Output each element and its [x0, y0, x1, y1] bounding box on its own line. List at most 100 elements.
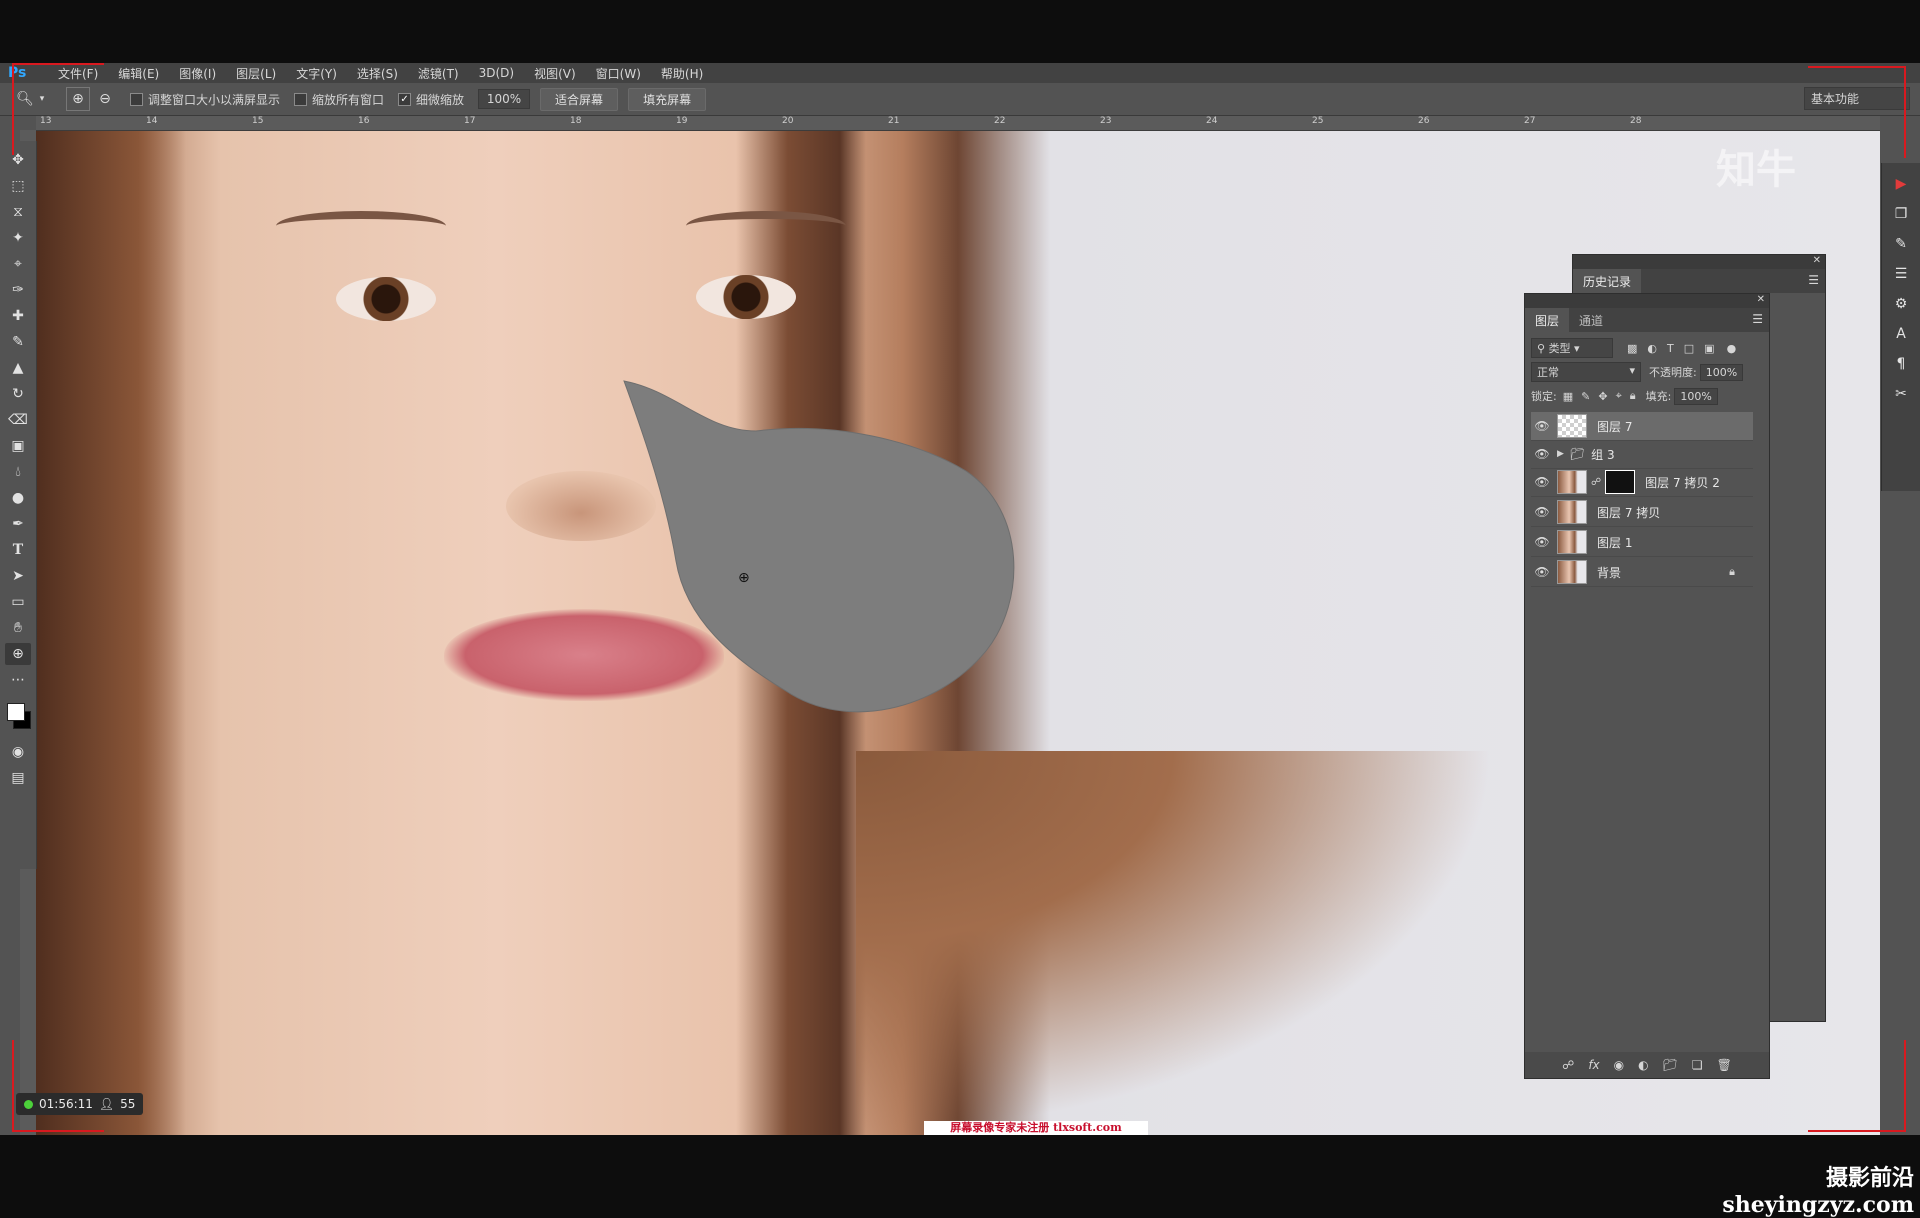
eye-icon[interactable]: 👁︎ [1531, 419, 1553, 433]
menu-3d[interactable]: 3D(D) [469, 66, 524, 80]
lock-position-icon[interactable]: ✥ [1598, 390, 1607, 403]
dodge-tool-icon[interactable]: ● [5, 487, 31, 509]
paragraph-icon[interactable]: ¶ [1888, 351, 1914, 377]
tools-preset-icon[interactable]: ✂ [1888, 381, 1914, 407]
resize-windows-checkbox[interactable]: 调整窗口大小以满屏显示 [130, 91, 280, 108]
add-mask-icon[interactable]: ◉ [1614, 1058, 1624, 1072]
adjustments-icon[interactable]: ☰ [1888, 261, 1914, 287]
tab-history[interactable]: 历史记录 [1573, 269, 1642, 293]
lock-all-icon[interactable]: 🔒︎ [1630, 389, 1636, 403]
new-layer-icon[interactable]: ❏ [1692, 1058, 1703, 1072]
menu-image[interactable]: 图像(I) [169, 65, 226, 82]
eye-icon[interactable]: 👁︎ [1531, 447, 1553, 461]
layer-group-row[interactable]: 👁︎ ▶ 📁︎ 组 3 [1531, 440, 1753, 469]
zoom-all-windows-checkbox[interactable]: 缩放所有窗口 [294, 91, 384, 108]
menu-layer[interactable]: 图层(L) [226, 65, 286, 82]
filter-toggle-icon[interactable]: ● [1727, 342, 1737, 355]
more-tools-icon[interactable]: ⋯ [5, 669, 31, 691]
menu-window[interactable]: 窗口(W) [586, 65, 651, 82]
fit-screen-button[interactable]: 适合屏幕 [540, 87, 619, 111]
healing-brush-icon[interactable]: ✚ [5, 305, 31, 327]
layer-row[interactable]: 👁︎ 图层 7 拷贝 [1531, 498, 1753, 527]
layer-row[interactable]: 👁︎ 图层 7 [1531, 412, 1753, 441]
tab-layers[interactable]: 图层 [1525, 308, 1570, 332]
lasso-tool-icon[interactable]: ⧖ [5, 201, 31, 223]
fill-field[interactable]: 100% [1674, 387, 1718, 405]
zoom-tool-icon[interactable]: ⊕ [5, 643, 31, 665]
lock-transparent-icon[interactable]: ▦ [1563, 390, 1573, 403]
blend-mode-dropdown[interactable]: 正常 ▾ [1531, 362, 1641, 382]
close-icon[interactable]: ✕ [1757, 294, 1765, 305]
tab-channels[interactable]: 通道 [1569, 308, 1613, 332]
menu-filter[interactable]: 滤镜(T) [408, 65, 469, 82]
chevron-right-icon[interactable]: ▶ [1557, 449, 1564, 459]
character-icon[interactable]: A [1888, 321, 1914, 347]
clone-source-icon[interactable]: ❐ [1888, 201, 1914, 227]
filter-adjust-icon[interactable]: ◐ [1647, 342, 1657, 355]
pen-tool-icon[interactable]: ✒ [5, 513, 31, 535]
link-layers-icon[interactable]: ☍ [1562, 1058, 1574, 1072]
menu-type[interactable]: 文字(Y) [286, 65, 347, 82]
play-icon[interactable]: ▶ [1888, 171, 1914, 197]
quick-mask-icon[interactable]: ◉ [5, 741, 31, 763]
opacity-field[interactable]: 100% [1699, 363, 1744, 381]
hand-tool-icon[interactable]: ✋︎ [5, 617, 31, 639]
rectangle-tool-icon[interactable]: ▭ [5, 591, 31, 613]
scrubby-zoom-checkbox[interactable]: ✓ 细微缩放 [398, 91, 464, 108]
screen-mode-icon[interactable]: ▤ [5, 767, 31, 789]
layer-name: 背景 [1597, 565, 1622, 580]
blur-tool-icon[interactable]: 💧︎ [5, 461, 31, 483]
checkbox-box[interactable] [294, 92, 308, 106]
menu-edit[interactable]: 编辑(E) [108, 65, 169, 82]
filter-smart-icon[interactable]: ▣ [1704, 342, 1714, 355]
filter-type-icon[interactable]: T [1667, 342, 1674, 355]
panel-menu-icon[interactable]: ☰ [1808, 269, 1819, 293]
new-group-icon[interactable]: 📁︎ [1663, 1058, 1678, 1072]
marquee-tool-icon[interactable]: ⬚ [5, 175, 31, 197]
eye-icon[interactable]: 👁︎ [1531, 505, 1553, 519]
eye-icon[interactable]: 👁︎ [1531, 535, 1553, 549]
panel-menu-icon[interactable]: ☰ [1752, 308, 1763, 332]
layer-row[interactable]: 👁︎ 图层 1 [1531, 528, 1753, 557]
eraser-icon[interactable]: ⌫ [5, 409, 31, 431]
close-icon[interactable]: ✕ [1813, 255, 1821, 266]
crop-tool-icon[interactable]: ⌖ [5, 253, 31, 275]
site-watermark: 摄影前沿 sheyingzyz.com [1700, 1160, 1914, 1218]
zoom-percent-field[interactable]: 100% [478, 89, 531, 109]
foreground-color-swatch[interactable] [7, 703, 25, 721]
lock-pixels-icon[interactable]: ✎ [1581, 390, 1590, 403]
video-top-bar [0, 0, 1920, 63]
eye-icon[interactable]: 👁︎ [1531, 565, 1553, 579]
menu-view[interactable]: 视图(V) [524, 65, 586, 82]
fx-icon[interactable]: fx [1588, 1058, 1599, 1072]
layer-row[interactable]: 👁︎ ☍ 图层 7 拷贝 2 [1531, 468, 1753, 497]
adjustment-layer-icon[interactable]: ◐ [1638, 1058, 1648, 1072]
menu-select[interactable]: 选择(S) [347, 65, 408, 82]
stamp-tool-icon[interactable]: ▲ [5, 357, 31, 379]
gradient-tool-icon[interactable]: ▣ [5, 435, 31, 457]
layer-filter-row: ⚲ 类型 ▾ ▩ ◐ T □ ▣ ● [1525, 336, 1769, 360]
layer-mask-thumbnail[interactable] [1605, 470, 1636, 494]
right-eyebrow [686, 211, 846, 241]
opacity-label: 不透明度: [1649, 366, 1697, 379]
layer-filter-dropdown[interactable]: ⚲ 类型 ▾ [1531, 338, 1613, 358]
layer-name: 图层 1 [1597, 535, 1633, 550]
checkbox-checked[interactable]: ✓ [398, 92, 412, 106]
type-tool-icon[interactable]: T [5, 539, 31, 561]
history-brush-icon[interactable]: ↻ [5, 383, 31, 405]
checkbox-box[interactable] [130, 92, 143, 106]
filter-pixel-icon[interactable]: ▩ [1627, 342, 1637, 355]
eye-icon[interactable]: 👁︎ [1531, 475, 1553, 489]
brush-settings-icon[interactable]: ✎ [1888, 231, 1914, 257]
magic-wand-icon[interactable]: ✦ [5, 227, 31, 249]
properties-icon[interactable]: ⚙ [1888, 291, 1914, 317]
lock-artboard-icon[interactable]: ⌖ [1616, 389, 1622, 403]
layer-row-background[interactable]: 👁︎ 背景 🔒︎ [1531, 558, 1753, 587]
menu-help[interactable]: 帮助(H) [651, 65, 713, 82]
fill-screen-button[interactable]: 填充屏幕 [628, 87, 707, 111]
eyedropper-icon[interactable]: ✑ [5, 279, 31, 301]
filter-shape-icon[interactable]: □ [1684, 342, 1694, 355]
brush-tool-icon[interactable]: ✎ [5, 331, 31, 353]
path-selection-icon[interactable]: ➤ [5, 565, 31, 587]
trash-icon[interactable]: 🗑︎ [1717, 1058, 1732, 1072]
